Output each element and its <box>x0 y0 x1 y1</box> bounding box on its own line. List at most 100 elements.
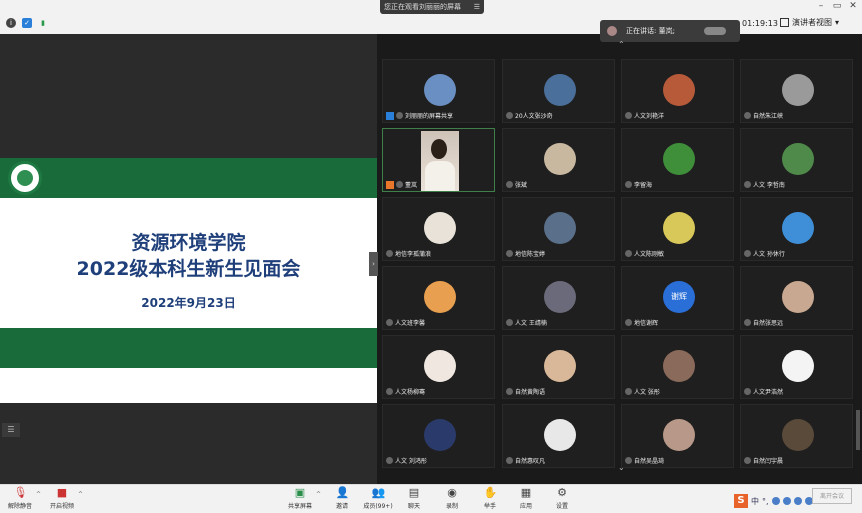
emoji-icon <box>771 497 780 505</box>
grid-icon <box>780 18 789 27</box>
participant-tile[interactable]: 自然闫宇晨 <box>740 404 853 468</box>
participant-tile[interactable]: 人文杨柳骞 <box>382 335 495 399</box>
participant-name-bar: 自然黄陶语 <box>506 387 545 396</box>
close-icon[interactable]: ✕ <box>846 1 860 11</box>
participant-name: 人文 李哲南 <box>753 182 785 189</box>
raise-hand-button[interactable]: ✋ 举手 <box>470 487 510 511</box>
mic-muted-icon <box>744 388 751 395</box>
input-method-bar[interactable]: S 中 °, <box>734 494 813 508</box>
share-screen-icon: ▣ <box>294 486 306 499</box>
host-badge-icon <box>386 180 394 189</box>
participant-tile[interactable]: 刘丽丽的屏幕共享 <box>382 59 495 123</box>
participant-name: 人文 张彤 <box>634 389 660 396</box>
chevron-up-icon[interactable]: ^ <box>36 491 41 498</box>
record-button[interactable]: ◉ 录制 <box>432 487 472 511</box>
participant-tile[interactable]: 人文 刘鸿彤 <box>382 404 495 468</box>
participant-tile[interactable]: 20人文张沙奇 <box>502 59 615 123</box>
punctuation-icon: °, <box>762 496 769 506</box>
share-screen-button[interactable]: ▣ 共享屏幕 <box>280 486 320 511</box>
participant-name-bar: 人文班李馨 <box>386 318 425 327</box>
participant-tile[interactable]: 人文班李馨 <box>382 266 495 330</box>
scrollbar[interactable] <box>856 410 860 450</box>
chat-icon: ▤ <box>408 486 420 499</box>
participant-tile[interactable]: 董岚 <box>382 128 495 192</box>
participant-tile[interactable]: 人文尹浩然 <box>740 335 853 399</box>
settings-button[interactable]: ⚙ 设置 <box>542 486 582 511</box>
chevron-down-icon[interactable]: ⌄ <box>618 463 625 472</box>
collapse-panel-button[interactable]: › <box>369 252 378 276</box>
speaker-view-button[interactable]: 演讲者视图 ▾ <box>780 17 839 28</box>
maximize-icon[interactable]: ▭ <box>830 1 844 11</box>
chevron-up-icon[interactable]: ^ <box>78 491 83 498</box>
gear-icon: ⚙ <box>557 486 567 499</box>
chevron-up-icon[interactable]: ^ <box>316 491 321 498</box>
participant-tile[interactable]: 人文 张彤 <box>621 335 734 399</box>
participant-name: 刘丽丽的屏幕共享 <box>405 113 454 120</box>
invite-button[interactable]: 👤 邀请 <box>322 486 362 511</box>
participant-name: 自然朱江峡 <box>753 113 784 120</box>
avatar <box>663 419 695 451</box>
participant-tile[interactable]: 地信陈宝婷 <box>502 197 615 261</box>
mic-muted-icon <box>396 181 403 188</box>
mic-muted-icon <box>744 457 751 464</box>
mic-muted-icon <box>506 457 513 464</box>
members-button[interactable]: 👥 成员(99+) <box>358 487 398 511</box>
invite-icon: 👤 <box>335 486 350 499</box>
host-badge-icon <box>386 111 394 120</box>
menu-list-icon[interactable]: ☰ <box>2 423 20 437</box>
participant-tile[interactable]: 人文陈刚敏 <box>621 197 734 261</box>
audio-wave-icon <box>704 27 726 35</box>
participant-tile[interactable]: 谢辉 地信谢辉 <box>621 266 734 330</box>
shield-icon[interactable]: ✓ <box>22 18 32 28</box>
mic-muted-icon <box>506 181 513 188</box>
participant-tile[interactable]: 自然吴晶琦 <box>621 404 734 468</box>
leave-meeting-button[interactable]: 离开会议 <box>812 488 852 504</box>
participant-tile[interactable]: 人文 李哲南 <box>740 128 853 192</box>
start-video-button[interactable]: ■ 开启视频 <box>42 486 82 511</box>
participant-tile[interactable]: 地信李孤蒲浪 <box>382 197 495 261</box>
avatar <box>663 212 695 244</box>
list-icon[interactable]: ☰ <box>474 0 480 14</box>
speaking-indicator: 正在讲话: 董岚; <box>600 20 740 42</box>
apps-button[interactable]: ▦ 应用 <box>506 486 546 511</box>
participant-tile[interactable]: 张斌 <box>502 128 615 192</box>
mic-muted-icon <box>625 181 632 188</box>
avatar <box>782 74 814 106</box>
participant-name: 自然吴晶琦 <box>634 458 665 465</box>
meeting-window: 您正在观看刘丽丽的屏幕 ☰ – ▭ ✕ i ✓ ▮ 01:19:13 演讲者视图… <box>0 0 862 513</box>
avatar <box>782 212 814 244</box>
participant-name-bar: 地信谢辉 <box>625 318 658 327</box>
participant-tile[interactable]: 人文 孙休行 <box>740 197 853 261</box>
camera-off-icon: ■ <box>56 486 68 499</box>
info-icon[interactable]: i <box>6 18 16 28</box>
voice-icon <box>782 497 791 505</box>
mic-muted-icon <box>506 250 513 257</box>
avatar <box>424 419 456 451</box>
avatar <box>424 74 456 106</box>
participant-name: 张斌 <box>515 182 528 189</box>
participant-name-bar: 20人文张沙奇 <box>506 111 553 120</box>
participant-tile[interactable]: 自然朱江峡 <box>740 59 853 123</box>
minimize-icon[interactable]: – <box>814 1 828 11</box>
chevron-up-icon[interactable]: ⌃ <box>618 40 625 49</box>
screen-share-notice[interactable]: 您正在观看刘丽丽的屏幕 ☰ <box>380 0 484 14</box>
avatar <box>544 74 576 106</box>
mic-muted-icon <box>386 250 393 257</box>
apps-icon: ▦ <box>520 486 532 499</box>
chat-button[interactable]: ▤ 聊天 <box>394 486 434 511</box>
participant-tile[interactable]: 自然张思远 <box>740 266 853 330</box>
slide-subtitle: 2022级本科生新生见面会 <box>76 258 301 280</box>
participant-tile[interactable]: 人文刘艳洋 <box>621 59 734 123</box>
participant-name-bar: 自然闫宇晨 <box>744 456 783 465</box>
participant-name-bar: 人文 孙休行 <box>744 249 785 258</box>
slide-footer-band <box>0 328 377 368</box>
participant-tile[interactable]: 人文 王靖楠 <box>502 266 615 330</box>
participant-tile[interactable]: 自然黄陶语 <box>502 335 615 399</box>
mic-muted-icon <box>506 388 513 395</box>
participant-tile[interactable]: 李留海 <box>621 128 734 192</box>
participant-tile[interactable]: 自然惠叹凡 <box>502 404 615 468</box>
avatar <box>544 419 576 451</box>
mic-muted-icon <box>744 319 751 326</box>
signal-icon[interactable]: ▮ <box>38 18 48 28</box>
unmute-button[interactable]: 🎙 解除静音 <box>0 487 40 511</box>
